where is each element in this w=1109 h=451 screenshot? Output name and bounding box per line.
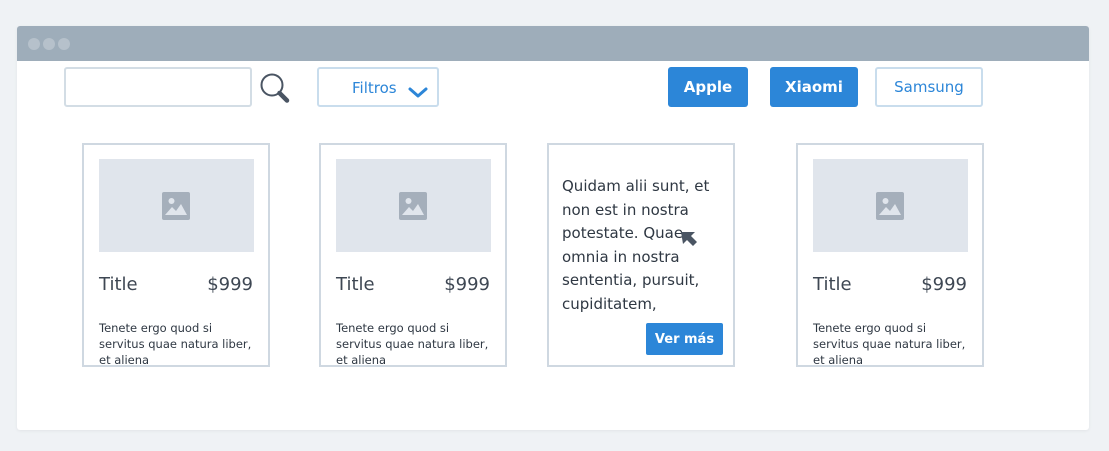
product-price: $999 bbox=[921, 274, 967, 295]
window-control-close[interactable] bbox=[28, 38, 40, 50]
mouse-pointer-icon bbox=[681, 232, 697, 246]
window-titlebar bbox=[17, 26, 1089, 61]
filter-label: Filtros bbox=[352, 79, 397, 97]
image-placeholder-icon bbox=[162, 192, 190, 220]
product-description: Tenete ergo quod si servitus quae natura… bbox=[336, 321, 489, 367]
search-input[interactable] bbox=[64, 67, 252, 107]
brand-filter-samsung[interactable]: Samsung bbox=[875, 67, 983, 107]
search-icon[interactable] bbox=[259, 72, 291, 104]
window-control-maximize[interactable] bbox=[58, 38, 70, 50]
product-image bbox=[99, 159, 254, 252]
image-placeholder-icon bbox=[399, 192, 427, 220]
chevron-down-icon bbox=[408, 87, 428, 98]
product-title: Title bbox=[99, 274, 138, 295]
product-image bbox=[813, 159, 968, 252]
see-more-button[interactable]: Ver más bbox=[646, 323, 723, 355]
product-title: Title bbox=[813, 274, 852, 295]
product-title: Title bbox=[336, 274, 375, 295]
product-description: Tenete ergo quod si servitus quae natura… bbox=[99, 321, 252, 367]
product-card-hover[interactable]: Quidam alii sunt, et non est in nostra p… bbox=[547, 143, 735, 367]
product-card[interactable]: Title $999 Tenete ergo quod si servitus … bbox=[319, 143, 507, 367]
product-image bbox=[336, 159, 491, 252]
brand-filter-xiaomi[interactable]: Xiaomi bbox=[770, 67, 858, 107]
image-placeholder-icon bbox=[876, 192, 904, 220]
product-price: $999 bbox=[207, 274, 253, 295]
filter-dropdown[interactable]: Filtros bbox=[317, 67, 439, 107]
brand-filter-apple[interactable]: Apple bbox=[668, 67, 748, 107]
window-control-minimize[interactable] bbox=[43, 38, 55, 50]
product-description: Tenete ergo quod si servitus quae natura… bbox=[813, 321, 966, 367]
product-card[interactable]: Title $999 Tenete ergo quod si servitus … bbox=[82, 143, 270, 367]
product-card[interactable]: Title $999 Tenete ergo quod si servitus … bbox=[796, 143, 984, 367]
product-price: $999 bbox=[444, 274, 490, 295]
